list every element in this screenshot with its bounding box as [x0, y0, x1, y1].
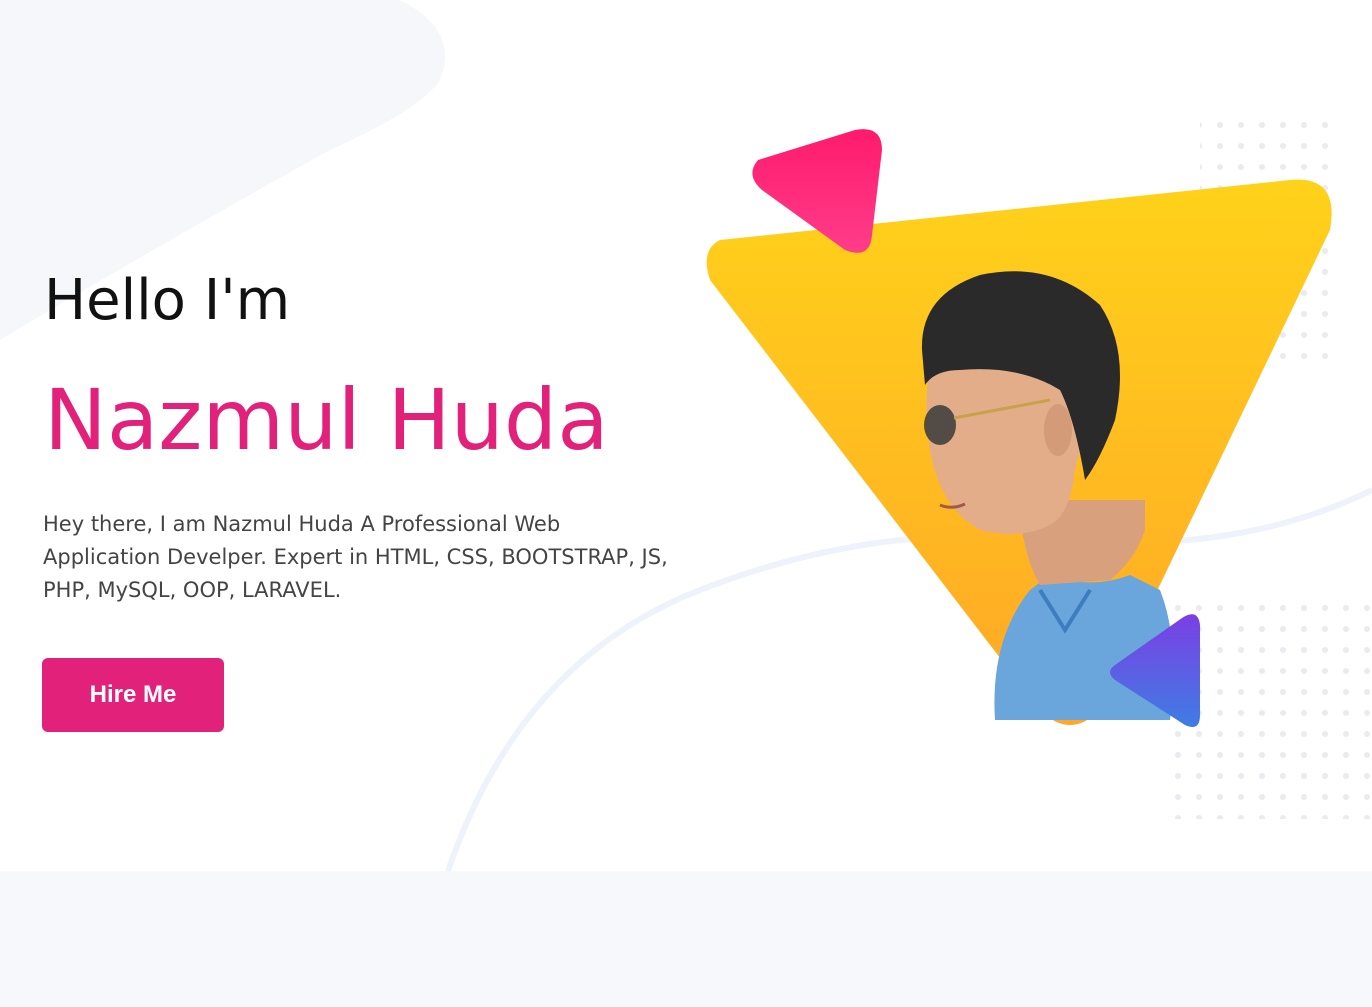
dot-pattern-bottom — [1170, 604, 1372, 819]
next-section-background — [0, 871, 1372, 1007]
hero-illustration — [706, 120, 1372, 819]
hero-section: Hello I'm Nazmul Huda Hey there, I am Na… — [0, 0, 1372, 871]
name-heading: Nazmul Huda — [44, 371, 609, 469]
hire-me-button[interactable]: Hire Me — [42, 658, 224, 732]
greeting-heading: Hello I'm — [44, 268, 291, 333]
page: Hello I'm Nazmul Huda Hey there, I am Na… — [0, 0, 1372, 1007]
bio-text: Hey there, I am Nazmul Huda A Profession… — [43, 512, 668, 602]
